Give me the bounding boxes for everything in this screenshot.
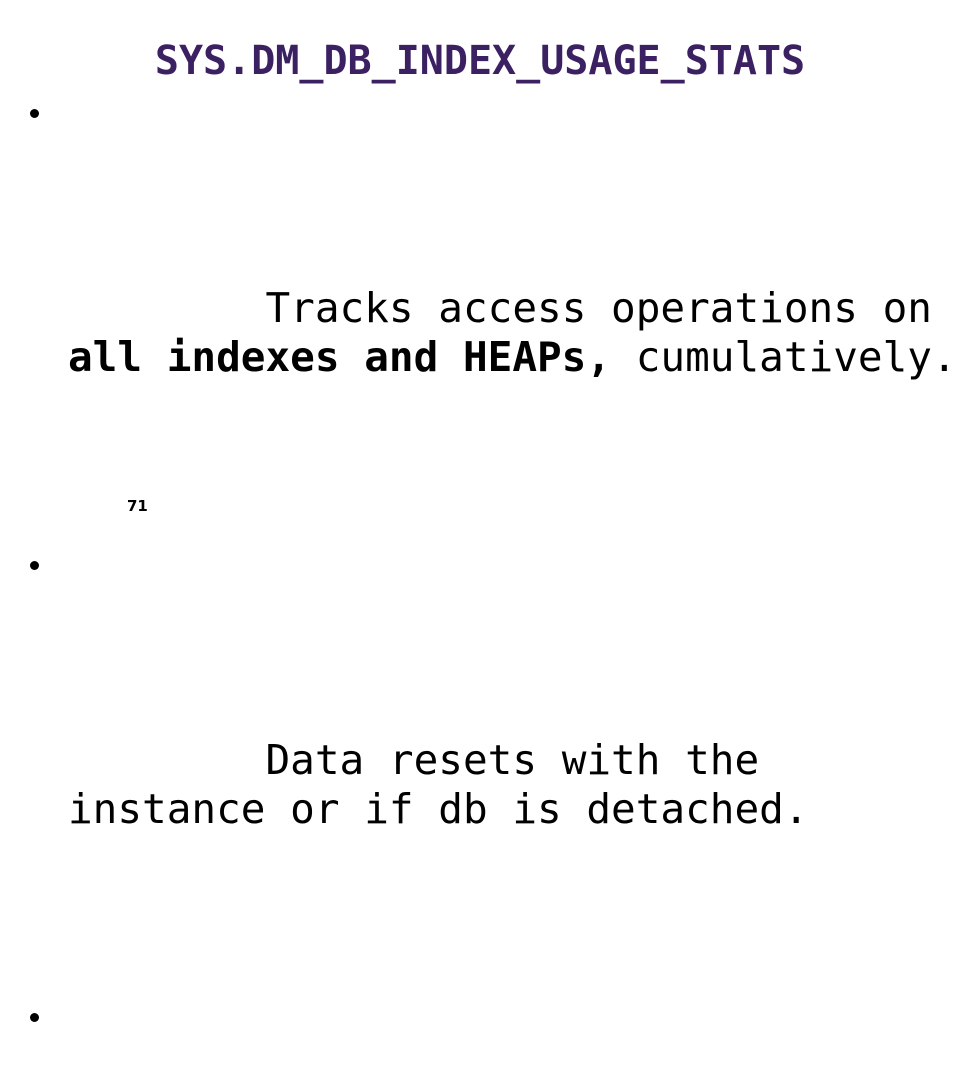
bullet-dot-icon [30,561,39,570]
bullet-dot-icon [30,1013,39,1022]
list-item: Tracks access operations on all indexes … [0,88,960,529]
text-segment: Data resets with the instance or if db i… [68,736,809,833]
list-item: Data resets with the instance or if db i… [0,540,960,981]
slide-number: 71 [127,497,148,515]
text-segment: cumulatively. [611,333,957,381]
bullet-dot-icon [30,109,39,118]
presentation-slide: SYS.DM_DB_INDEX_USAGE_STATS Tracks acces… [0,0,960,1022]
list-item-text: Data resets with the instance or if db i… [68,687,960,883]
bullet-list: Tracks access operations on all indexes … [0,88,960,1080]
text-segment: Tracks access operations on [265,284,957,332]
list-item: Retains data through maintenance operati… [0,992,960,1080]
list-item-text: Tracks access operations on all indexes … [68,235,960,431]
text-segment-bold: all indexes and HEAPs, [68,333,612,381]
slide-title: SYS.DM_DB_INDEX_USAGE_STATS [154,37,806,84]
